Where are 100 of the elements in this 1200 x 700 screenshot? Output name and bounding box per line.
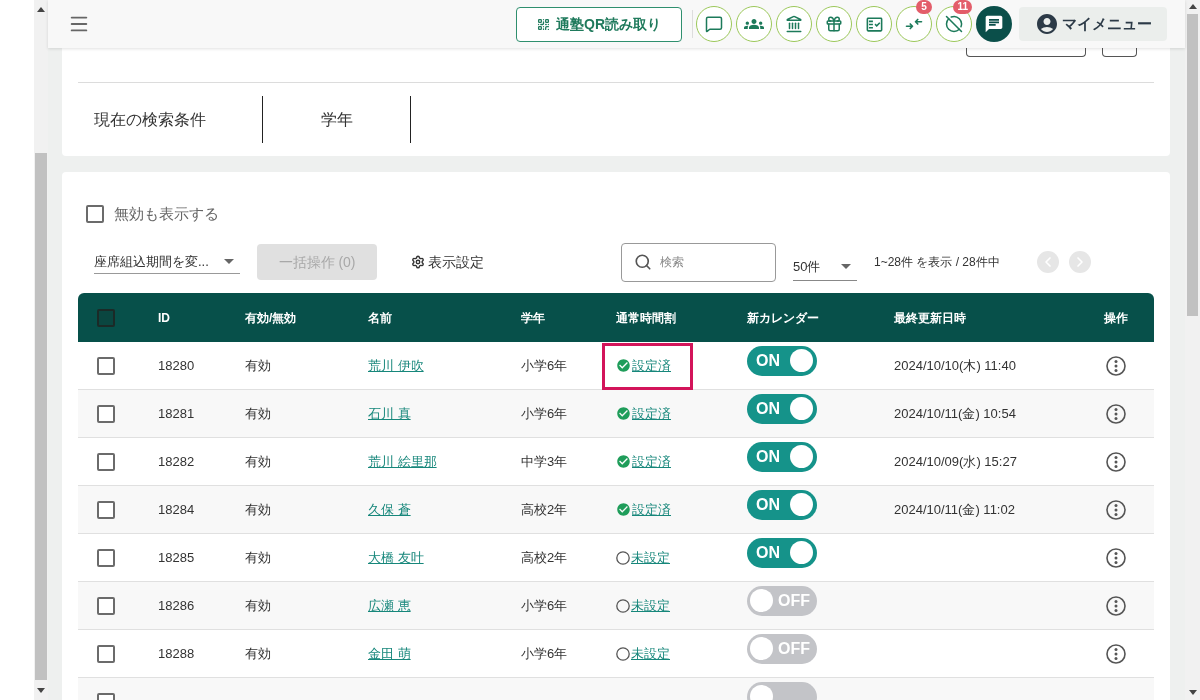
dropdown-caret-icon [224, 259, 234, 264]
toolbar-button[interactable] [816, 6, 852, 42]
checkbox[interactable] [86, 205, 104, 223]
column-header: 最終更新日時 [894, 310, 966, 325]
checkbox[interactable] [97, 500, 115, 519]
schedule-link[interactable]: 設定済 [632, 355, 671, 376]
dropdown-caret-icon [841, 264, 851, 269]
id-cell: 18288 [158, 645, 195, 661]
schedule-link[interactable]: 未設定 [631, 643, 670, 664]
schedule-link[interactable]: 未設定 [631, 547, 670, 568]
search-field[interactable]: 検索 [621, 242, 776, 282]
bank-building-icon [785, 15, 803, 33]
checkbox[interactable] [97, 356, 115, 375]
id-cell: 18280 [158, 357, 195, 373]
scrollbar-thumb[interactable] [35, 153, 47, 680]
grade-cell: 高校2年 [521, 501, 568, 517]
schedule-link[interactable]: 設定済 [632, 451, 671, 472]
student-name-link[interactable]: 荒川 絵里那 [368, 453, 437, 469]
scrollbar-track[interactable] [34, 0, 48, 700]
count-badge: 11 [953, 0, 972, 14]
chat-button[interactable] [976, 6, 1012, 42]
scroll-down-arrow-icon[interactable] [1188, 690, 1197, 695]
checkbox[interactable] [97, 644, 115, 663]
toggle-switch[interactable]: ON [747, 489, 817, 520]
toggle-switch[interactable]: ON [747, 537, 817, 568]
chat-icon [984, 14, 1004, 34]
updated-at-cell: 2024/10/09(水) 15:27 [894, 453, 1017, 469]
column-header: 通常時間割 [616, 310, 676, 325]
column-header: 名前 [368, 310, 392, 325]
page-size-select[interactable]: 50件 [793, 253, 857, 281]
column-header: ID [158, 310, 170, 325]
checklist-icon [864, 14, 884, 34]
more-options-icon[interactable] [1106, 403, 1126, 424]
id-cell: 18286 [158, 597, 195, 613]
status-cell: 有効 [245, 405, 271, 421]
grade-cell: 中学3年 [521, 453, 568, 469]
schedule-link[interactable]: 設定済 [632, 403, 671, 424]
toggle-switch[interactable]: ON [747, 345, 817, 376]
settings-icon [411, 255, 425, 269]
range-text: 1~28件 を表示 / 28件中 [874, 254, 1000, 271]
status-cell: 有効 [245, 597, 271, 613]
schedule-link[interactable]: 未設定 [631, 595, 670, 616]
updated-at-cell: 2024/10/10(木) 11:40 [894, 357, 1016, 373]
checkbox[interactable] [97, 596, 115, 615]
toggle-switch[interactable]: ON [747, 441, 817, 472]
checkbox[interactable] [97, 404, 115, 423]
student-name-link[interactable]: 広瀬 恵 [368, 597, 411, 613]
scrollbar-track[interactable] [1185, 0, 1200, 700]
id-cell: 18284 [158, 501, 195, 517]
toolbar-button[interactable] [736, 6, 772, 42]
student-name-link[interactable]: 荒川 伊吹 [368, 357, 424, 373]
toolbar-button[interactable] [696, 6, 732, 42]
student-name-link[interactable]: 石川 真 [368, 405, 411, 421]
period-select[interactable]: 座席組込期間を変... [94, 250, 240, 274]
status-cell: 有効 [245, 357, 271, 373]
checkbox[interactable] [97, 548, 115, 567]
more-options-icon[interactable] [1106, 499, 1126, 520]
switch-knob [790, 445, 813, 468]
toolbar-button[interactable] [776, 6, 812, 42]
student-name-link[interactable]: 久保 蒼 [368, 501, 411, 517]
toolbar-button[interactable] [856, 6, 892, 42]
scroll-up-arrow-icon[interactable] [1188, 4, 1197, 9]
scrollbar-thumb[interactable] [1187, 14, 1198, 316]
scroll-down-arrow-icon[interactable] [37, 688, 45, 693]
grade-cell: 小学6年 [521, 405, 568, 421]
outline-button[interactable] [966, 48, 1086, 57]
toggle-switch[interactable]: ON [747, 393, 817, 424]
display-settings-button[interactable]: 表示設定 [411, 251, 493, 273]
qr-code-icon [537, 17, 550, 31]
schedule-link[interactable]: 設定済 [632, 499, 671, 520]
switch-knob [790, 541, 813, 564]
search-icon [634, 252, 652, 271]
more-options-icon[interactable] [1106, 355, 1126, 376]
column-header: 操作 [1104, 310, 1128, 325]
my-menu-button[interactable]: マイメニュー [1019, 7, 1167, 41]
status-cell: 有効 [245, 501, 271, 517]
student-name-link[interactable]: 金田 萌 [368, 645, 411, 661]
more-options-icon[interactable] [1106, 595, 1126, 616]
updated-at-cell: 2024/10/11(金) 10:54 [894, 405, 1016, 421]
student-name-link[interactable]: 大橋 友叶 [368, 549, 424, 565]
id-cell: 18281 [158, 405, 195, 421]
scroll-up-arrow-icon[interactable] [37, 7, 45, 12]
more-options-icon[interactable] [1106, 547, 1126, 568]
checkbox[interactable] [97, 308, 115, 327]
switch-knob [790, 349, 813, 372]
condition-label: 学年 [320, 109, 353, 130]
grade-cell: 小学6年 [521, 645, 568, 661]
more-options-icon[interactable] [1106, 451, 1126, 472]
grade-cell: 高校2年 [521, 549, 568, 565]
slashed-circle-icon [945, 15, 963, 33]
column-header: 新カレンダー [747, 310, 819, 325]
id-cell: 18282 [158, 453, 195, 469]
id-cell: 18285 [158, 549, 195, 565]
more-options-icon[interactable] [1106, 643, 1126, 664]
status-cell: 有効 [245, 645, 271, 661]
qr-scan-button[interactable]: 通塾QR読み取り [516, 6, 682, 42]
checkbox[interactable] [97, 452, 115, 471]
speech-bubble-icon [705, 15, 723, 33]
outline-button[interactable] [1102, 48, 1137, 57]
count-badge: 5 [916, 0, 932, 14]
